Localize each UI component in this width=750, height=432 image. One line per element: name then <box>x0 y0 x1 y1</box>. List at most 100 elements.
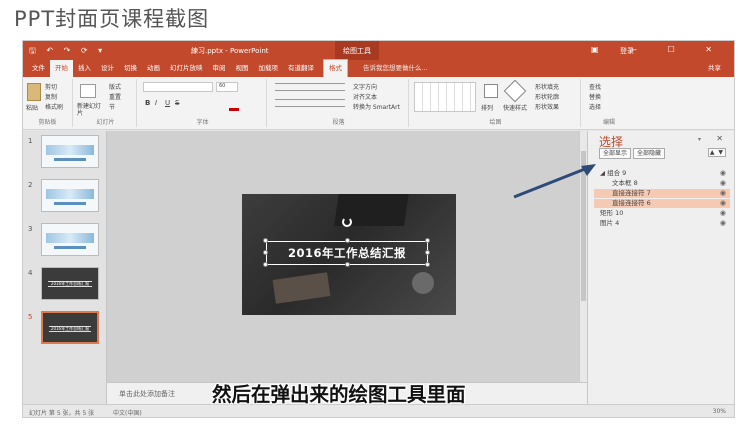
tab-insert[interactable]: 插入 <box>73 60 96 77</box>
paste-button[interactable]: 粘贴 <box>26 103 38 112</box>
slide-thumbnail-5[interactable]: 2016年工作总结汇报 <box>41 311 99 344</box>
slide-count-status: 幻灯片 第 5 张，共 5 张 <box>29 410 95 417</box>
eye-icon[interactable]: ◉ <box>720 169 726 178</box>
italic-button[interactable]: I <box>155 99 157 107</box>
reset-button[interactable]: 重置 <box>109 92 121 101</box>
list-icons[interactable] <box>275 83 345 91</box>
slide-thumbnail-4[interactable]: 2016年工作总结汇报 <box>41 267 99 300</box>
title-bar: 🖫 ↶ ↷ ⟳ ▾ 練习.pptx - PowerPoint 绘图工具 登录 ▣… <box>23 41 734 60</box>
resize-handle[interactable] <box>425 250 430 255</box>
slide-thumbnail-3[interactable] <box>41 223 99 256</box>
quick-access-toolbar[interactable]: 🖫 ↶ ↷ ⟳ ▾ <box>29 45 106 59</box>
resize-handle[interactable] <box>425 238 430 243</box>
arrange-icon[interactable] <box>484 84 498 98</box>
shapes-gallery[interactable] <box>414 82 476 112</box>
clipboard-group: 粘贴 剪切 复制 格式刷 剪贴板 <box>23 79 73 127</box>
replace-button[interactable]: 替换 <box>589 92 601 101</box>
copy-button[interactable]: 复制 <box>45 92 57 101</box>
font-name-select[interactable] <box>143 82 213 92</box>
ribbon: 粘贴 剪切 复制 格式刷 剪贴板 新建幻灯片 版式 重置 节 幻灯片 60 B … <box>23 77 734 130</box>
video-subtitle: 然后在弹出来的绘图工具里面 <box>212 383 466 406</box>
slide-thumbnail-1[interactable] <box>41 135 99 168</box>
resize-handle[interactable] <box>263 250 268 255</box>
eye-icon[interactable]: ◉ <box>720 189 726 198</box>
text-direction-button[interactable]: 文字方向 <box>353 82 377 91</box>
tab-review[interactable]: 审阅 <box>208 60 231 77</box>
cut-button[interactable]: 剪切 <box>45 82 57 91</box>
slide-title-text[interactable]: 2016年工作总结汇报 <box>272 241 422 265</box>
eye-icon[interactable]: ◉ <box>720 199 726 208</box>
new-slide-button[interactable]: 新建幻灯片 <box>77 103 105 117</box>
thumb-number-1: 1 <box>28 137 33 145</box>
find-button[interactable]: 查找 <box>589 82 601 91</box>
window-controls[interactable]: ▣ — ☐ ✕ <box>591 45 726 54</box>
hide-all-button[interactable]: 全部隐藏 <box>633 148 666 159</box>
zoom-level[interactable]: 30% <box>713 408 726 415</box>
window-title: 練习.pptx - PowerPoint <box>191 47 269 55</box>
tab-youdao[interactable]: 有道翻译 <box>283 60 319 77</box>
selection-item-textbox8[interactable]: 文本框 8 ◉ <box>594 179 730 188</box>
strike-button[interactable]: S <box>175 99 179 107</box>
new-slide-icon[interactable] <box>80 84 96 98</box>
thumb-number-3: 3 <box>28 225 33 233</box>
font-color-icon[interactable] <box>229 108 239 111</box>
underline-button[interactable]: U <box>165 99 170 107</box>
resize-handle[interactable] <box>263 262 268 267</box>
layout-button[interactable]: 版式 <box>109 82 121 91</box>
slides-group-label: 幻灯片 <box>96 119 115 126</box>
tab-slideshow[interactable]: 幻灯片放映 <box>165 60 208 77</box>
editing-group: 查找 替换 选择 编辑 <box>583 79 635 127</box>
share-button[interactable]: 共享 <box>703 60 726 77</box>
selection-item-picture4[interactable]: 图片 4 ◉ <box>594 219 730 228</box>
tab-transitions[interactable]: 切换 <box>119 60 142 77</box>
pane-options-chevron-icon[interactable]: ▾ <box>698 136 701 143</box>
select-button[interactable]: 选择 <box>589 102 601 111</box>
paste-icon[interactable] <box>27 83 41 101</box>
paragraph-group-label: 段落 <box>332 119 345 126</box>
quick-styles-icon[interactable] <box>503 79 527 103</box>
smartart-button[interactable]: 转换为 SmartArt <box>353 102 400 111</box>
font-size-select[interactable]: 60 <box>216 82 238 92</box>
selection-item-connector7[interactable]: 直接连接符 7 ◉ <box>594 189 730 198</box>
align-text-button[interactable]: 对齐文本 <box>353 92 377 101</box>
selection-pane: 选择 ▾ ✕ 全部显示 全部隐藏 ▲ ▼ ◢ 组合 9 ◉ 文本框 8 ◉ 直接连接… <box>587 131 734 404</box>
tab-format[interactable]: 格式 <box>323 59 348 78</box>
resize-handle[interactable] <box>263 238 268 243</box>
quick-styles-button[interactable]: 快速样式 <box>503 103 527 112</box>
font-group: 60 B I U S 字体 <box>139 79 267 127</box>
show-all-button[interactable]: 全部显示 <box>599 148 632 159</box>
format-painter-button[interactable]: 格式刷 <box>45 102 63 111</box>
section-button[interactable]: 节 <box>109 102 115 111</box>
rotate-handle-icon[interactable] <box>342 217 352 227</box>
selection-item-rect10[interactable]: 矩形 10 ◉ <box>594 209 730 218</box>
thumb-4-title: 2016年工作总结汇报 <box>48 281 92 287</box>
main-area: 1 2 3 4 2016年工作总结汇报 5 2016年工作总结汇报 2016年工… <box>23 131 734 404</box>
reorder-buttons[interactable]: ▲ ▼ <box>707 148 726 157</box>
font-group-label: 字体 <box>196 119 209 126</box>
close-icon[interactable]: ✕ <box>716 134 723 143</box>
eye-icon[interactable]: ◉ <box>720 209 726 218</box>
slide-thumbnail-2[interactable] <box>41 179 99 212</box>
eye-icon[interactable]: ◉ <box>720 219 726 228</box>
slide-thumbnails-panel: 1 2 3 4 2016年工作总结汇报 5 2016年工作总结汇报 <box>23 131 107 404</box>
thumb-number-5: 5 <box>28 313 33 321</box>
cup-image <box>412 272 434 294</box>
tab-file[interactable]: 文件 <box>27 60 50 77</box>
tab-animations[interactable]: 动画 <box>142 60 165 77</box>
align-icons[interactable] <box>275 99 345 107</box>
tell-me-search[interactable]: 告诉我您想要做什么... <box>358 60 433 77</box>
bold-button[interactable]: B <box>145 99 150 107</box>
eye-icon[interactable]: ◉ <box>720 179 726 188</box>
tab-addins[interactable]: 加载项 <box>254 60 284 77</box>
selection-item-group9[interactable]: ◢ 组合 9 ◉ <box>594 169 730 178</box>
resize-handle[interactable] <box>425 262 430 267</box>
tab-view[interactable]: 视图 <box>231 60 254 77</box>
tab-home[interactable]: 开始 <box>50 60 73 77</box>
shape-effects-button[interactable]: 形状效果 <box>535 102 559 111</box>
selection-item-connector6[interactable]: 直接连接符 6 ◉ <box>594 199 730 208</box>
current-slide[interactable]: 2016年工作总结汇报 <box>242 194 456 315</box>
arrange-button[interactable]: 排列 <box>481 103 493 112</box>
shape-fill-button[interactable]: 形状填充 <box>535 82 559 91</box>
shape-outline-button[interactable]: 形状轮廓 <box>535 92 559 101</box>
tab-design[interactable]: 设计 <box>96 60 119 77</box>
